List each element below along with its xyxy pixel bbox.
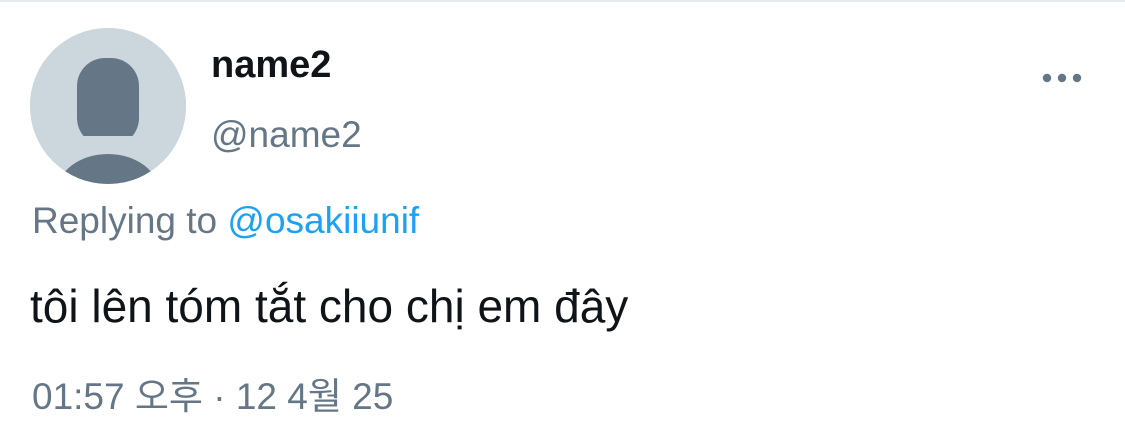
user-handle[interactable]: @name2 xyxy=(211,112,362,158)
avatar[interactable] xyxy=(30,28,186,184)
replying-to-label: Replying to xyxy=(32,200,228,241)
more-dots-icon xyxy=(1042,73,1082,83)
reply-mention-link[interactable]: @osakiiunif xyxy=(227,200,419,241)
tweet-text: tôi lên tóm tắt cho chị em đây xyxy=(30,280,629,332)
default-avatar-icon xyxy=(30,28,186,184)
tweet-timestamp[interactable]: 01:57 오후 · 12 4월 25 xyxy=(32,374,393,420)
display-name[interactable]: name2 xyxy=(211,42,331,88)
tweet-card: name2 @name2 Replying to @osakiiunif tôi… xyxy=(0,0,1125,441)
replying-to: Replying to @osakiiunif xyxy=(32,198,419,244)
more-options-button[interactable] xyxy=(1036,60,1088,96)
